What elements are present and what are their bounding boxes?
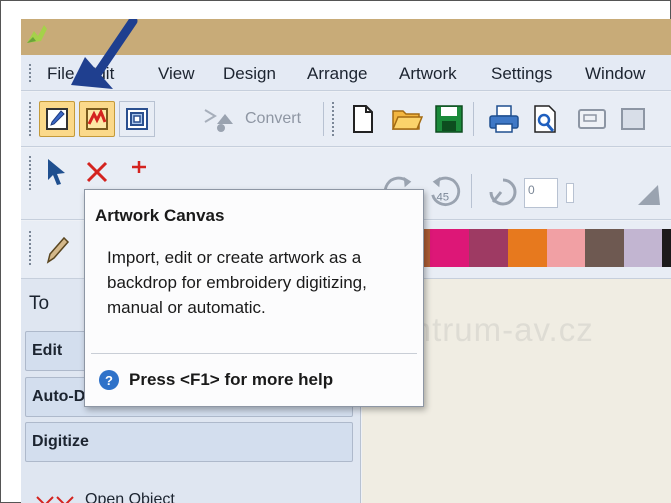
pick-color-button[interactable] xyxy=(39,231,75,267)
toolbar-separator-2 xyxy=(473,102,474,136)
reshape-icon xyxy=(86,161,108,183)
convert-icon xyxy=(204,109,233,132)
app-logo-icon xyxy=(27,25,47,43)
open-object-label: Open Object xyxy=(85,491,175,503)
edit-toolbar-separator xyxy=(471,174,472,208)
help-question-icon: ? xyxy=(99,370,119,390)
toolbar-separator xyxy=(323,102,324,136)
tooltip-help-text: Press <F1> for more help xyxy=(129,370,334,389)
color-toolbar-grip[interactable] xyxy=(29,231,32,265)
artwork-canvas-icon xyxy=(46,108,68,130)
folder-open-icon xyxy=(391,110,423,130)
menu-arrange[interactable]: Arrange xyxy=(307,64,367,84)
color-swatch-2[interactable] xyxy=(430,229,470,267)
select-arrow-icon xyxy=(48,159,65,185)
angle-tool-button[interactable] xyxy=(485,174,521,210)
color-swatch-7[interactable] xyxy=(624,229,664,267)
menu-artwork[interactable]: Artwork xyxy=(399,64,457,84)
tooltip-title: Artwork Canvas xyxy=(95,206,225,225)
reshape-button[interactable] xyxy=(79,154,115,190)
color-swatch-4[interactable] xyxy=(508,229,548,267)
color-swatch-3[interactable] xyxy=(469,229,509,267)
rotate-right-icon: 45 xyxy=(431,176,461,206)
overlap-squares-icon xyxy=(126,108,148,130)
menu-window[interactable]: Window xyxy=(585,64,645,84)
section-digitize[interactable]: Digitize xyxy=(25,422,353,462)
open-object-icon xyxy=(36,496,74,503)
embroidery-canvas-icon xyxy=(86,108,108,130)
menu-design[interactable]: Design xyxy=(223,64,276,84)
toolbar-grip[interactable] xyxy=(29,102,32,136)
menu-grip[interactable] xyxy=(29,64,32,82)
print-preview-icon xyxy=(534,105,556,133)
pointer-arrow-icon xyxy=(71,19,138,89)
tooltip-help: ? Press <F1> for more help xyxy=(99,370,333,390)
convert-button[interactable]: Convert xyxy=(201,101,301,137)
color-swatch-8[interactable] xyxy=(662,229,671,267)
pencil-icon xyxy=(46,236,70,264)
save-disk-icon xyxy=(435,105,463,133)
artwork-canvas-tooltip: Artwork Canvas Import, edit or create ar… xyxy=(84,189,424,407)
printer-icon xyxy=(489,105,519,133)
angle-icon xyxy=(489,178,517,206)
machine-icon xyxy=(578,109,606,129)
panel-title: To xyxy=(29,293,50,314)
new-file-button[interactable] xyxy=(345,101,381,137)
transform-icon xyxy=(132,161,146,173)
print-preview-button[interactable] xyxy=(528,101,564,137)
edit-toolbar-grip[interactable] xyxy=(29,156,32,190)
convert-label: Convert xyxy=(245,110,302,127)
rotate-right-value: 45 xyxy=(436,192,449,204)
save-file-button[interactable] xyxy=(431,101,467,137)
select-object-button[interactable] xyxy=(39,154,75,190)
more-tools-button[interactable] xyxy=(615,101,651,137)
application-window: File Edit View Design Arrange Artwork Se… xyxy=(21,19,671,503)
menu-settings[interactable]: Settings xyxy=(491,64,552,84)
mirror-icon xyxy=(638,185,660,205)
angle-input[interactable]: 0 xyxy=(524,178,558,208)
rotate-right-button[interactable]: 45 xyxy=(427,174,463,210)
tooltip-body: Import, edit or create artwork as a back… xyxy=(107,248,367,317)
screenshot-frame: File Edit View Design Arrange Artwork Se… xyxy=(0,0,671,503)
color-swatch-5[interactable] xyxy=(547,229,587,267)
new-document-icon xyxy=(353,105,373,133)
embroidery-machine-button[interactable] xyxy=(574,101,610,137)
open-object-tool[interactable]: Open Object xyxy=(35,491,175,503)
tooltip-divider xyxy=(91,353,417,354)
print-button[interactable] xyxy=(486,101,522,137)
color-swatch-6[interactable] xyxy=(585,229,625,267)
mirror-button[interactable] xyxy=(631,176,667,212)
toolbar-grip-2[interactable] xyxy=(332,102,335,136)
open-file-button[interactable] xyxy=(389,101,425,137)
angle-spinner[interactable] xyxy=(566,183,574,203)
transform-button[interactable] xyxy=(121,154,157,190)
tools-icon xyxy=(621,108,645,130)
